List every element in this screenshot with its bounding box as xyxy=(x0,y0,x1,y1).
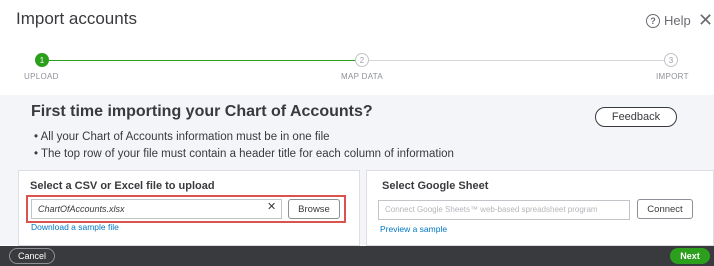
stepper-line-1 xyxy=(42,60,362,61)
upload-card-title: Select a CSV or Excel file to upload xyxy=(30,180,215,192)
dialog-header: Import accounts ? Help ✕ xyxy=(0,0,714,40)
intro-bullets: All your Chart of Accounts information m… xyxy=(34,129,454,163)
stepper-line-2 xyxy=(368,60,671,61)
connect-button[interactable]: Connect xyxy=(637,199,693,219)
bullet-item: The top row of your file must contain a … xyxy=(34,146,454,163)
feedback-button[interactable]: Feedback xyxy=(595,107,677,127)
step-1-indicator: 1 xyxy=(35,53,49,67)
dialog-title: Import accounts xyxy=(16,9,137,28)
help-button[interactable]: ? Help xyxy=(646,13,691,28)
progress-stepper: 1 UPLOAD 2 MAP DATA 3 IMPORT xyxy=(0,48,714,88)
step-3-label: IMPORT xyxy=(656,72,689,81)
help-icon: ? xyxy=(646,13,660,28)
next-button[interactable]: Next xyxy=(670,248,710,264)
step-2-indicator: 2 xyxy=(355,53,369,67)
dialog-footer: Cancel Next xyxy=(0,246,714,266)
bullet-item: All your Chart of Accounts information m… xyxy=(34,129,454,146)
preview-sample-link[interactable]: Preview a sample xyxy=(380,224,447,234)
help-label: Help xyxy=(664,13,691,28)
google-sheet-input[interactable]: Connect Google Sheets™ web-based spreads… xyxy=(378,200,630,220)
clear-file-icon[interactable]: ✕ xyxy=(267,200,276,213)
cancel-button[interactable]: Cancel xyxy=(9,248,55,264)
google-sheet-card-title: Select Google Sheet xyxy=(382,180,489,192)
step-2-label: MAP DATA xyxy=(341,72,383,81)
intro-heading: First time importing your Chart of Accou… xyxy=(31,103,373,120)
step-1-label: UPLOAD xyxy=(24,72,59,81)
browse-button[interactable]: Browse xyxy=(288,199,340,219)
file-name-input[interactable]: ChartOfAccounts.xlsx xyxy=(31,199,282,219)
download-sample-link[interactable]: Download a sample file xyxy=(31,222,119,232)
close-icon[interactable]: ✕ xyxy=(698,10,713,31)
step-3-indicator: 3 xyxy=(664,53,678,67)
